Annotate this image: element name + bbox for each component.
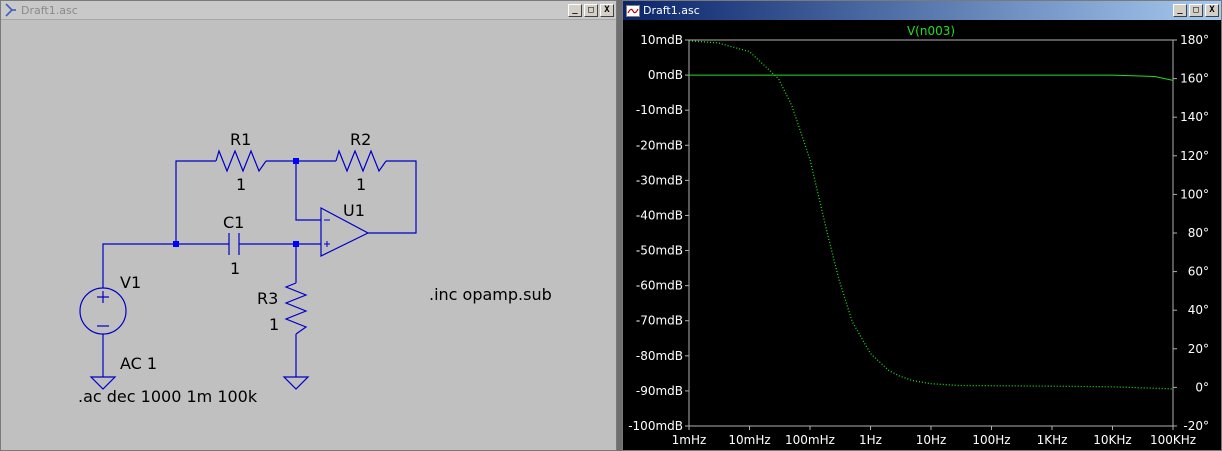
y-left-tick-label: 10mdB: [640, 33, 683, 47]
plot-window[interactable]: Draft1.asc _ □ X V(n003) 10mdB 0mdB -10mdB…: [622, 0, 1222, 451]
r1-resistor: [215, 149, 267, 173]
u1-label: U1: [343, 201, 365, 220]
x-tick-label: 100Hz: [972, 433, 1010, 447]
waveform-plot[interactable]: V(n003) 10mdB 0mdB -10mdB -20mdB -30mdB -40md…: [623, 20, 1221, 450]
y-left-tick-label: -70mdB: [636, 314, 683, 328]
ground-symbol: [282, 376, 310, 390]
minimize-button[interactable]: _: [568, 3, 582, 17]
wire: [295, 161, 321, 221]
r2-value: 1: [356, 175, 366, 194]
trace-label: V(n003): [907, 24, 955, 38]
r1-label: R1: [230, 130, 251, 149]
y-left-tick-label: 0mdB: [648, 68, 683, 82]
c1-value: 1: [230, 259, 240, 278]
y-left-tick-label: -10mdB: [636, 103, 683, 117]
junction-dot: [173, 241, 179, 247]
y-right-tick-label: 180°: [1180, 33, 1209, 47]
v1-label: V1: [120, 273, 141, 292]
y-left-tick-label: -50mdB: [636, 244, 683, 258]
close-button[interactable]: X: [1205, 4, 1219, 17]
r3-label: R3: [257, 289, 278, 308]
x-tick-label: 10Hz: [916, 433, 947, 447]
wire: [175, 160, 216, 244]
plot-window-title: Draft1.asc: [643, 4, 700, 17]
v1-plus-sign: [97, 291, 109, 303]
x-tick-label: 10KHz: [1093, 433, 1131, 447]
maximize-button[interactable]: □: [1189, 4, 1203, 17]
y-right-tick-label: 40°: [1188, 303, 1209, 317]
x-tick-label: 10mHz: [728, 433, 770, 447]
ac-directive: .ac dec 1000 1m 100k: [78, 387, 258, 406]
c1-capacitor: [228, 233, 240, 255]
y-right-tick-label: 100°: [1180, 187, 1209, 201]
r3-value: 1: [269, 315, 279, 334]
maximize-button[interactable]: □: [584, 3, 598, 17]
x-tick-label: 100KHz: [1150, 433, 1196, 447]
y-left-tick-label: -30mdB: [636, 173, 683, 187]
y-right-tick-label: 0°: [1195, 380, 1209, 394]
y-right-tick-label: 80°: [1188, 226, 1209, 240]
v1-value: AC 1: [120, 354, 157, 373]
y-right-tick-label: 120°: [1180, 149, 1209, 163]
minimize-button[interactable]: _: [1173, 4, 1187, 17]
schematic-titlebar[interactable]: Draft1.asc _ □ X: [1, 1, 616, 20]
schematic-app-icon: [4, 3, 18, 17]
close-button[interactable]: X: [600, 3, 614, 17]
x-tick-label: 1Hz: [859, 433, 882, 447]
y-right-tick-label: 160°: [1180, 72, 1209, 86]
y-left-tick-label: -100mdB: [628, 419, 683, 433]
junction-dot: [293, 158, 299, 164]
y-left-tick-label: -20mdB: [636, 138, 683, 152]
junction-dot: [293, 241, 299, 247]
x-tick-label: 100mHz: [785, 433, 835, 447]
r2-label: R2: [350, 130, 371, 149]
c1-label: C1: [223, 213, 244, 232]
y-left-tick-label: -90mdB: [636, 384, 683, 398]
waveform-app-icon: [626, 4, 640, 18]
schematic-window-title: Draft1.asc: [21, 3, 78, 17]
wire: [368, 160, 417, 234]
x-tick-label: 1mHz: [672, 433, 707, 447]
phase-trace: [688, 40, 1174, 390]
plot-frame: [688, 39, 1174, 427]
y-right-tick-label: 140°: [1180, 110, 1209, 124]
magnitude-trace: [689, 74, 1174, 81]
y-left-tick-label: -60mdB: [636, 279, 683, 293]
r2-resistor: [335, 149, 387, 173]
r1-value: 1: [236, 175, 246, 194]
schematic-canvas[interactable]: R1 1 R2 1 C1 1 U1 R3 1 V1 AC 1 .ac dec 1…: [1, 20, 616, 450]
include-directive: .inc opamp.sub: [429, 285, 552, 304]
schematic-window[interactable]: Draft1.asc _ □ X R1 1 R2 1 C1 1 U1 R3 1 …: [0, 0, 617, 451]
plot-titlebar[interactable]: Draft1.asc _ □ X: [623, 1, 1221, 20]
y-left-tick-label: -80mdB: [636, 349, 683, 363]
y-right-tick-label: 20°: [1188, 342, 1209, 356]
y-right-tick-label: 60°: [1188, 265, 1209, 279]
y-right-tick-label: -20°: [1183, 419, 1209, 433]
y-left-tick-label: -40mdB: [636, 208, 683, 222]
x-tick-label: 1KHz: [1037, 433, 1068, 447]
r3-resistor: [284, 282, 308, 335]
opamp-plus-sign: [324, 241, 330, 247]
